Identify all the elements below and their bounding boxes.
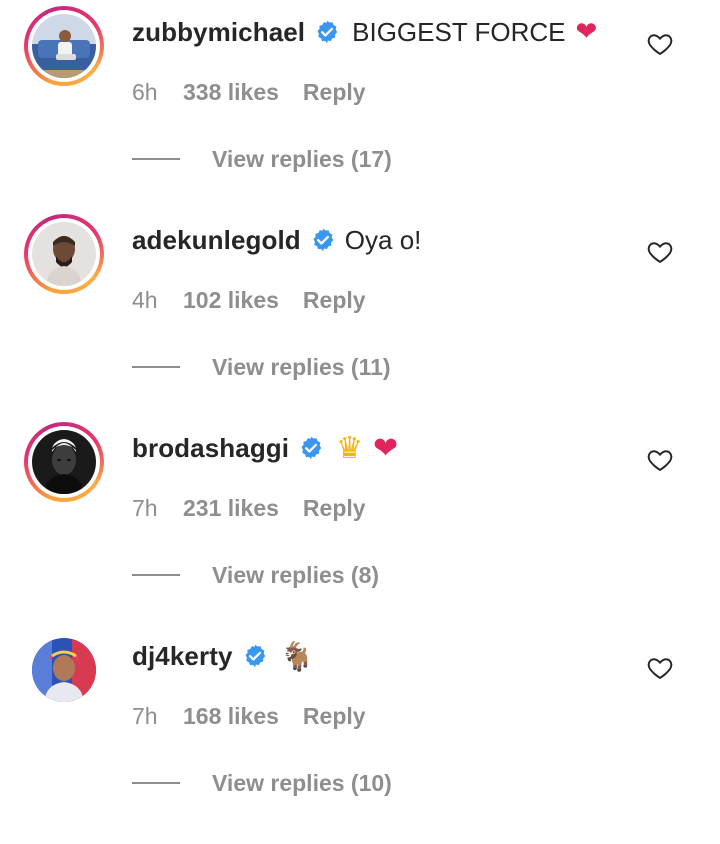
verified-badge-icon (310, 227, 336, 253)
like-heart-icon[interactable] (646, 446, 674, 474)
reply-button[interactable]: Reply (303, 287, 366, 314)
reply-button[interactable]: Reply (303, 79, 366, 106)
comment-header: zubbymichael BIGGEST FORCE ❤ (132, 14, 597, 50)
username[interactable]: adekunlegold (132, 225, 301, 256)
comment-header: brodashaggi ♛ ❤ (132, 430, 398, 466)
view-replies-button[interactable]: View replies (17) (212, 146, 392, 173)
like-count[interactable]: 102 likes (183, 287, 279, 314)
avatar[interactable] (32, 638, 96, 702)
reply-button[interactable]: Reply (303, 703, 366, 730)
comment-time: 4h (132, 286, 158, 313)
avatar-story-ring[interactable] (24, 214, 104, 294)
comment-text: Oya o! (344, 224, 422, 255)
replies-divider (132, 158, 180, 160)
replies-divider (132, 574, 180, 576)
avatar-photo-icon (32, 222, 96, 286)
heart-emoji: ❤ (373, 430, 399, 466)
avatar-image (32, 638, 96, 702)
username[interactable]: brodashaggi (132, 433, 289, 464)
view-replies-button[interactable]: View replies (10) (212, 770, 392, 797)
comment-meta: 6h 338 likes Reply (132, 76, 366, 108)
view-replies-row: View replies (11) (132, 350, 391, 384)
view-replies-row: View replies (8) (132, 558, 379, 592)
comment-item: adekunlegold Oya o! 4h 102 likes Reply V… (0, 208, 720, 416)
comment-text: BIGGEST FORCE (352, 16, 566, 47)
avatar (32, 14, 96, 78)
goat-emoji: 🐐 (279, 639, 315, 673)
replies-divider (132, 366, 180, 368)
username[interactable]: dj4kerty (132, 641, 233, 672)
verified-badge-icon (242, 643, 268, 669)
avatar-photo-icon (32, 638, 96, 702)
avatar-story-ring[interactable] (24, 422, 104, 502)
avatar-story-ring[interactable] (24, 6, 104, 86)
verified-badge-icon (314, 19, 340, 45)
avatar-photo-icon (32, 430, 96, 494)
comment-item: zubbymichael BIGGEST FORCE ❤ 6h 338 like… (0, 0, 720, 208)
like-heart-icon[interactable] (646, 654, 674, 682)
username[interactable]: zubbymichael (132, 17, 305, 48)
crown-emoji: ♛ (336, 430, 364, 466)
reply-button[interactable]: Reply (303, 495, 366, 522)
avatar (32, 430, 96, 494)
view-replies-row: View replies (17) (132, 142, 392, 176)
like-count[interactable]: 231 likes (183, 495, 279, 522)
replies-divider (132, 782, 180, 784)
comment-meta: 7h 231 likes Reply (132, 492, 366, 524)
avatar-photo-icon (32, 14, 96, 78)
like-heart-icon[interactable] (646, 238, 674, 266)
like-count[interactable]: 168 likes (183, 703, 279, 730)
comment-time: 6h (132, 78, 158, 105)
verified-badge-icon (298, 435, 324, 461)
view-replies-row: View replies (10) (132, 766, 392, 800)
comment-header: adekunlegold Oya o! (132, 222, 421, 258)
like-count[interactable]: 338 likes (183, 79, 279, 106)
comment-header: dj4kerty 🐐 (132, 638, 314, 674)
comment-meta: 7h 168 likes Reply (132, 700, 366, 732)
comment-time: 7h (132, 494, 158, 521)
view-replies-button[interactable]: View replies (8) (212, 562, 379, 589)
avatar (32, 222, 96, 286)
heart-emoji: ❤ (575, 17, 598, 47)
comment-meta: 4h 102 likes Reply (132, 284, 366, 316)
comment-item: dj4kerty 🐐 7h 168 likes Reply View repli… (0, 624, 720, 832)
comment-item: brodashaggi ♛ ❤ 7h 231 likes Reply View … (0, 416, 720, 624)
view-replies-button[interactable]: View replies (11) (212, 354, 391, 381)
comment-time: 7h (132, 702, 158, 729)
like-heart-icon[interactable] (646, 30, 674, 58)
